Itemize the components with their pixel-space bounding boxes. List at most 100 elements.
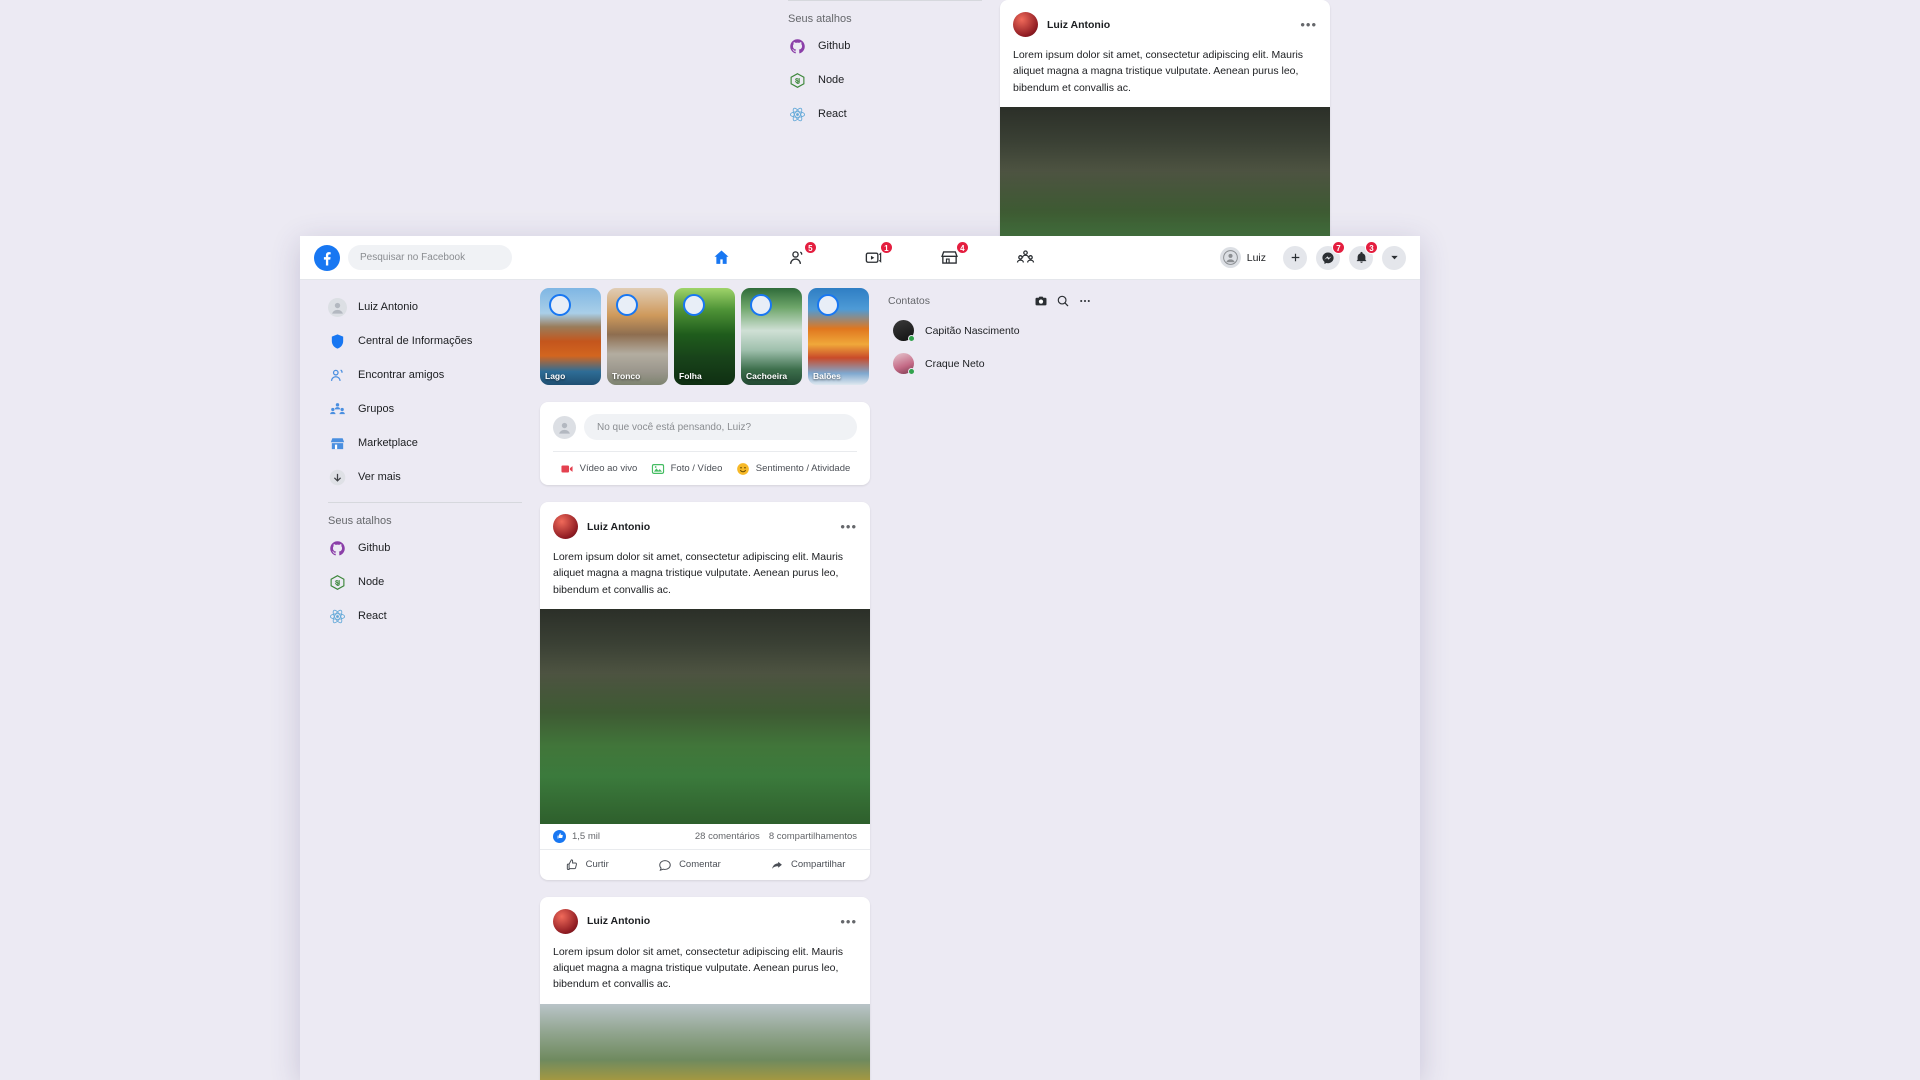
post-author-name[interactable]: Luiz Antonio	[587, 915, 831, 927]
desktop-screen: Luiz Antonio Central de Informações Enco…	[0, 0, 1920, 1080]
post-action-comment-icon[interactable]: Comentar	[658, 858, 721, 872]
story-label: Balões	[813, 371, 841, 381]
post-card: Luiz Antonio ••• Lorem ipsum dolor sit a…	[540, 896, 870, 1080]
shortcut-label: React	[818, 108, 847, 120]
composer-action-label: Vídeo ao vivo	[579, 463, 638, 474]
post-action-label: Comentar	[679, 859, 721, 871]
shortcut-item-1[interactable]: Node	[322, 565, 528, 599]
shortcut-label: Node	[358, 576, 385, 588]
story-label: Lago	[545, 371, 566, 381]
post-text: Lorem ipsum dolor sit amet, consectetur …	[553, 551, 844, 596]
nav-messenger-button[interactable]: 7	[1316, 240, 1345, 270]
nav-create-button[interactable]	[1283, 245, 1307, 270]
post-author-name[interactable]: Luiz Antonio	[587, 521, 831, 533]
post-card: Luiz Antonio ••• Lorem ipsum dolor sit a…	[540, 502, 870, 880]
contacts-camera-icon[interactable]	[1030, 290, 1052, 312]
sidebar-divider	[788, 0, 982, 1]
post-image[interactable]	[540, 1003, 870, 1080]
notifications-badge: 3	[1365, 240, 1378, 254]
nav-notifications-button[interactable]: 3	[1349, 240, 1378, 270]
story-label: Folha	[679, 371, 702, 381]
bg-shortcut-item-1[interactable]: Node	[782, 63, 988, 97]
contacts-header: Contatos	[888, 288, 1096, 314]
nav-account-menu-button[interactable]	[1382, 245, 1406, 270]
sidebar-item-3[interactable]: Grupos	[322, 392, 528, 426]
contact-item[interactable]: Craque Neto	[888, 347, 1096, 380]
nav-friends-button[interactable]: 5	[784, 240, 817, 270]
post-options-icon[interactable]: •••	[1300, 18, 1317, 31]
watch-badge: 1	[879, 240, 893, 254]
shortcuts-heading: Seus atalhos	[328, 515, 392, 527]
shortcut-item-0[interactable]: Github	[322, 531, 528, 565]
shortcut-item-2[interactable]: React	[322, 599, 528, 633]
nav-left-group: Pesquisar no Facebook	[300, 244, 530, 271]
sidebar-item-0[interactable]: Luiz Antonio	[322, 290, 528, 324]
foreground-facebook-window[interactable]: Pesquisar no Facebook 5 1 4 Luiz 7 3 Lui…	[300, 236, 1420, 1080]
post-author-name[interactable]: Luiz Antonio	[1047, 19, 1291, 31]
story-card[interactable]: Cachoeira	[741, 288, 802, 385]
post-text: Lorem ipsum dolor sit amet, consectetur …	[553, 945, 844, 991]
sidebar-item-1[interactable]: Central de Informações	[322, 324, 528, 358]
story-avatar-ring	[817, 294, 839, 316]
post-comment-count[interactable]: 28 comentários	[695, 831, 760, 842]
search-input[interactable]: Pesquisar no Facebook	[348, 245, 512, 270]
post-action-label: Curtir	[585, 859, 609, 871]
composer-actions: Vídeo ao vivo Foto / Vídeo Sentimento / …	[553, 451, 857, 485]
reaction-thumb-icon	[553, 829, 566, 843]
nav-marketplace-button[interactable]: 4	[936, 240, 969, 270]
nav-center-group: 5 1 4	[530, 240, 1218, 270]
sidebar-item-5[interactable]: Ver mais	[322, 460, 528, 494]
contacts-more-options-icon[interactable]	[1074, 290, 1096, 312]
bg-shortcut-item-2[interactable]: React	[782, 97, 988, 131]
post-author-avatar[interactable]	[553, 514, 578, 539]
contact-item[interactable]: Capitão Nascimento	[888, 314, 1096, 347]
post-image[interactable]	[540, 608, 870, 824]
post-action-label: Compartilhar	[791, 859, 846, 871]
post-share-count[interactable]: 8 compartilhamentos	[769, 831, 857, 842]
story-card[interactable]: Tronco	[607, 288, 668, 385]
nodejs-icon	[328, 573, 347, 592]
composer-placeholder: No que você está pensando, Luiz?	[597, 421, 751, 433]
post-stats: 1,5 mil 28 comentários 8 compartilhament…	[540, 824, 870, 850]
sidebar-item-2[interactable]: Encontrar amigos	[322, 358, 528, 392]
post-action-share-icon[interactable]: Compartilhar	[770, 858, 845, 872]
facebook-logo-icon[interactable]	[314, 244, 340, 271]
story-avatar-ring	[549, 294, 571, 316]
story-label: Tronco	[612, 371, 641, 381]
contact-name: Capitão Nascimento	[925, 324, 1020, 337]
search-placeholder: Pesquisar no Facebook	[360, 252, 466, 263]
nav-profile-button[interactable]: Luiz	[1218, 245, 1274, 270]
post-like-count: 1,5 mil	[572, 830, 600, 842]
composer-action-feeling-activity-icon[interactable]: Sentimento / Atividade	[736, 462, 850, 476]
shortcut-label: Github	[818, 40, 851, 52]
contacts-search-icon[interactable]	[1052, 290, 1074, 312]
nav-profile-label: Luiz	[1246, 251, 1266, 264]
story-card[interactable]: Balões	[808, 288, 869, 385]
composer-input[interactable]: No que você está pensando, Luiz?	[584, 414, 857, 440]
news-feed: Lago Tronco Folha Cachoeira Balões No qu…	[540, 280, 870, 1080]
post-options-icon[interactable]: •••	[840, 520, 857, 533]
sidebar-item-label: Marketplace	[358, 437, 418, 449]
shortcuts-heading: Seus atalhos	[788, 13, 852, 25]
nav-groups-button[interactable]	[1012, 246, 1040, 270]
shortcut-label: Github	[358, 542, 391, 554]
composer-action-live-video-icon[interactable]: Vídeo ao vivo	[560, 462, 638, 476]
nav-watch-button[interactable]: 1	[860, 240, 893, 270]
bg-shortcut-item-0[interactable]: Github	[782, 29, 988, 63]
react-icon	[788, 105, 807, 124]
composer-action-photo-video-icon[interactable]: Foto / Vídeo	[651, 462, 722, 476]
post-action-thumbs-up-icon[interactable]: Curtir	[565, 858, 609, 872]
sidebar-item-4[interactable]: Marketplace	[322, 426, 528, 460]
post-author-avatar[interactable]	[1013, 12, 1038, 37]
contacts-panel: Contatos Capitão Nascimento Craque Neto	[870, 280, 1110, 380]
post-header: Luiz Antonio •••	[1000, 0, 1330, 37]
contact-avatar	[893, 353, 915, 375]
top-navigation-bar: Pesquisar no Facebook 5 1 4 Luiz 7 3	[300, 236, 1420, 280]
contact-name: Craque Neto	[925, 357, 985, 370]
story-card[interactable]: Folha	[674, 288, 735, 385]
groups-icon	[328, 400, 347, 419]
nav-home-button[interactable]	[708, 246, 736, 270]
story-card[interactable]: Lago	[540, 288, 601, 385]
post-options-icon[interactable]: •••	[840, 915, 857, 928]
post-author-avatar[interactable]	[553, 908, 578, 934]
